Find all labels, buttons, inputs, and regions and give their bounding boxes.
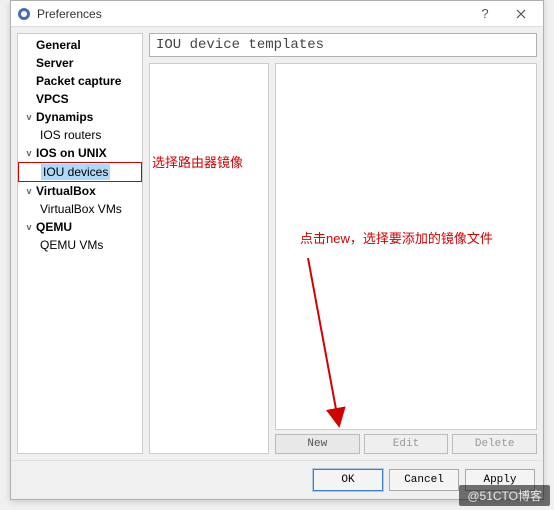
chevron-down-icon: v bbox=[24, 183, 34, 199]
tree-item-dynamips[interactable]: vDynamips bbox=[18, 108, 142, 126]
chevron-down-icon: v bbox=[24, 145, 34, 161]
watermark: @51CTO博客 bbox=[459, 485, 550, 506]
panel-header: IOU device templates bbox=[149, 33, 537, 57]
ok-button[interactable]: OK bbox=[313, 469, 383, 491]
detail-panel bbox=[275, 63, 537, 430]
tree-item-general[interactable]: General bbox=[18, 36, 142, 54]
tree-item-iou-devices[interactable]: IOU devices bbox=[18, 162, 142, 182]
close-button[interactable] bbox=[503, 2, 539, 26]
main-area: IOU device templates New Edit Delete bbox=[149, 33, 537, 454]
edit-button[interactable]: Edit bbox=[364, 434, 449, 454]
cancel-button[interactable]: Cancel bbox=[389, 469, 459, 491]
preferences-tree[interactable]: General Server Packet capture VPCS vDyna… bbox=[17, 33, 143, 454]
content-row: New Edit Delete bbox=[149, 63, 537, 454]
window-title: Preferences bbox=[37, 7, 467, 21]
tree-item-server[interactable]: Server bbox=[18, 54, 142, 72]
tree-item-ios-routers[interactable]: IOS routers bbox=[18, 126, 142, 144]
tree-item-virtualbox[interactable]: vVirtualBox bbox=[18, 182, 142, 200]
delete-button[interactable]: Delete bbox=[452, 434, 537, 454]
tree-item-ios-on-unix[interactable]: vIOS on UNIX bbox=[18, 144, 142, 162]
tree-item-vpcs[interactable]: VPCS bbox=[18, 90, 142, 108]
tree-item-packet-capture[interactable]: Packet capture bbox=[18, 72, 142, 90]
help-button[interactable]: ? bbox=[467, 2, 503, 26]
chevron-down-icon: v bbox=[24, 109, 34, 125]
detail-area: New Edit Delete bbox=[275, 63, 537, 454]
tree-item-virtualbox-vms[interactable]: VirtualBox VMs bbox=[18, 200, 142, 218]
tree-item-qemu-vms[interactable]: QEMU VMs bbox=[18, 236, 142, 254]
action-row: New Edit Delete bbox=[275, 434, 537, 454]
titlebar: Preferences ? bbox=[11, 1, 543, 27]
new-button[interactable]: New bbox=[275, 434, 360, 454]
template-list[interactable] bbox=[149, 63, 269, 454]
dialog-body: General Server Packet capture VPCS vDyna… bbox=[11, 27, 543, 460]
chevron-down-icon: v bbox=[24, 219, 34, 235]
app-icon bbox=[17, 7, 31, 21]
window-buttons: ? bbox=[467, 2, 539, 26]
preferences-dialog: Preferences ? General Server Packet capt… bbox=[10, 0, 544, 500]
tree-item-qemu[interactable]: vQEMU bbox=[18, 218, 142, 236]
